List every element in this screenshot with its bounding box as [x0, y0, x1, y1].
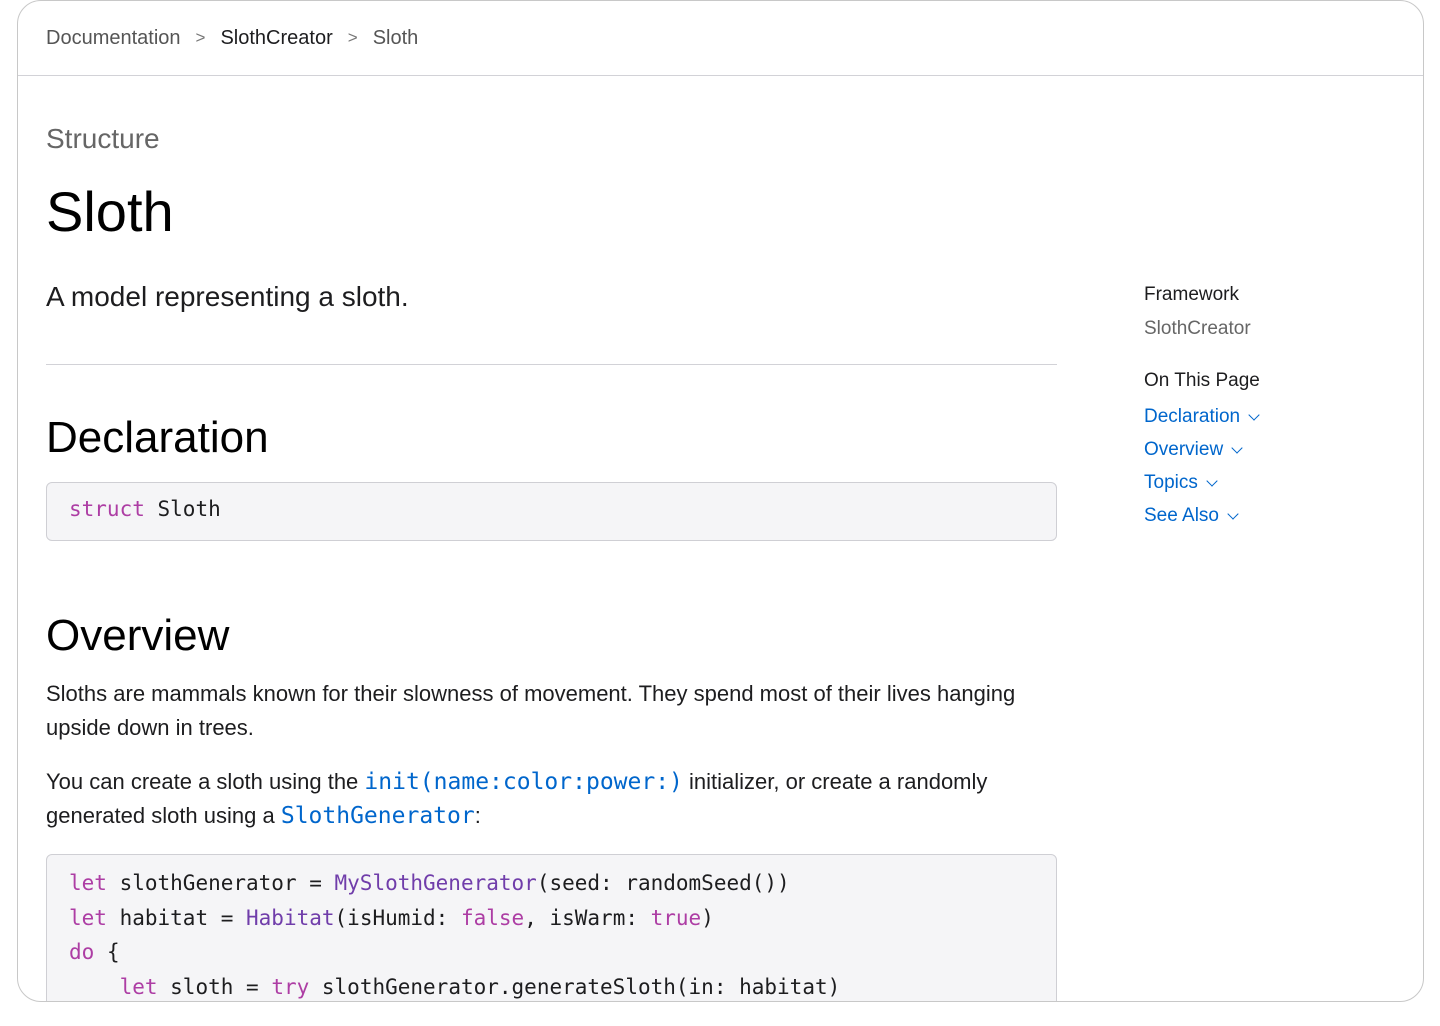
- symbol-kind: Structure: [46, 123, 160, 154]
- sidebar: Framework SlothCreator On This Page Decl…: [1144, 284, 1404, 527]
- breadcrumb-sloth: Sloth: [372, 26, 419, 49]
- toc-label: Overview: [1144, 439, 1224, 460]
- chevron-down-icon: [1227, 507, 1239, 520]
- code-text: slothGenerator =: [106, 871, 335, 895]
- toc-item-see-also[interactable]: See Also: [1144, 505, 1404, 527]
- code-type: MySlothGenerator: [334, 871, 537, 895]
- code-line: do {: [69, 938, 1034, 973]
- code-keyword: let: [119, 974, 158, 999]
- toc-label: See Also: [1144, 505, 1219, 526]
- code-keyword: false: [460, 905, 525, 930]
- toc-item-topics[interactable]: Topics: [1144, 472, 1404, 494]
- code-text: ): [701, 905, 714, 930]
- overview-paragraph-2: You can create a sloth using the init(na…: [46, 765, 1046, 833]
- breadcrumb-slothcreator[interactable]: SlothCreator: [220, 27, 332, 50]
- code-text: sloth =: [157, 974, 272, 999]
- code-line: let sloth = try slothGenerator.generateS…: [69, 973, 1034, 1002]
- toc-item-declaration[interactable]: Declaration: [1144, 406, 1404, 428]
- framework-value: SlothCreator: [1144, 318, 1251, 339]
- code-text: , isWarm:: [524, 905, 651, 930]
- chevron-down-icon: [1231, 441, 1243, 454]
- breadcrumb-separator-icon: >: [347, 28, 358, 47]
- overview-paragraph: Sloths are mammals known for their slown…: [46, 681, 1016, 740]
- init-link[interactable]: init(name:color:power:): [364, 769, 683, 795]
- framework-label: Framework: [1144, 284, 1240, 305]
- abstract: A model representing a sloth.: [46, 281, 409, 312]
- on-this-page-label: On This Page: [1144, 370, 1260, 391]
- paragraph-text: :: [474, 803, 481, 828]
- code-sample: let slothGenerator = MySlothGenerator(se…: [46, 854, 1057, 1002]
- code-keyword: let: [69, 871, 107, 895]
- code-keyword: do: [69, 940, 95, 964]
- chevron-down-icon: [1248, 408, 1260, 421]
- code-text: habitat =: [106, 905, 247, 930]
- declaration-code: struct Sloth: [46, 482, 1057, 541]
- code-keyword: let: [69, 905, 107, 930]
- code-text: (isHumid:: [334, 905, 461, 930]
- toc-label: Declaration: [1144, 406, 1241, 427]
- code-text: (seed: randomSeed()): [536, 871, 790, 895]
- sloth-generator-link[interactable]: SlothGenerator: [281, 803, 475, 829]
- code-keyword: true: [650, 905, 702, 930]
- breadcrumb: Documentation > SlothCreator > Sloth: [18, 1, 1423, 76]
- code-keyword: try: [271, 974, 310, 999]
- code-line: let slothGenerator = MySlothGenerator(se…: [69, 869, 1034, 904]
- declaration-heading: Declaration: [46, 413, 269, 462]
- breadcrumb-separator-icon: >: [195, 28, 206, 47]
- code-text: slothGenerator.generateSloth(in: habitat…: [309, 974, 841, 999]
- documentation-window: Documentation > SlothCreator > Sloth Str…: [17, 0, 1424, 1002]
- paragraph-text: You can create a sloth using the: [46, 769, 365, 794]
- chevron-down-icon: [1206, 474, 1218, 487]
- overview-heading: Overview: [46, 611, 230, 660]
- code-text: {: [94, 940, 120, 964]
- breadcrumb-documentation[interactable]: Documentation: [46, 27, 181, 50]
- toc-label: Topics: [1144, 472, 1198, 493]
- divider: [46, 364, 1057, 365]
- page-title: Sloth: [46, 180, 174, 243]
- on-this-page-list: Declaration Overview Topics See Also: [1144, 406, 1404, 527]
- code-type-name: Sloth: [157, 497, 221, 521]
- code-type: Habitat: [246, 905, 335, 930]
- code-keyword: struct: [69, 497, 145, 521]
- toc-item-overview[interactable]: Overview: [1144, 439, 1404, 461]
- code-line: let habitat = Habitat(isHumid: false, is…: [69, 904, 1034, 939]
